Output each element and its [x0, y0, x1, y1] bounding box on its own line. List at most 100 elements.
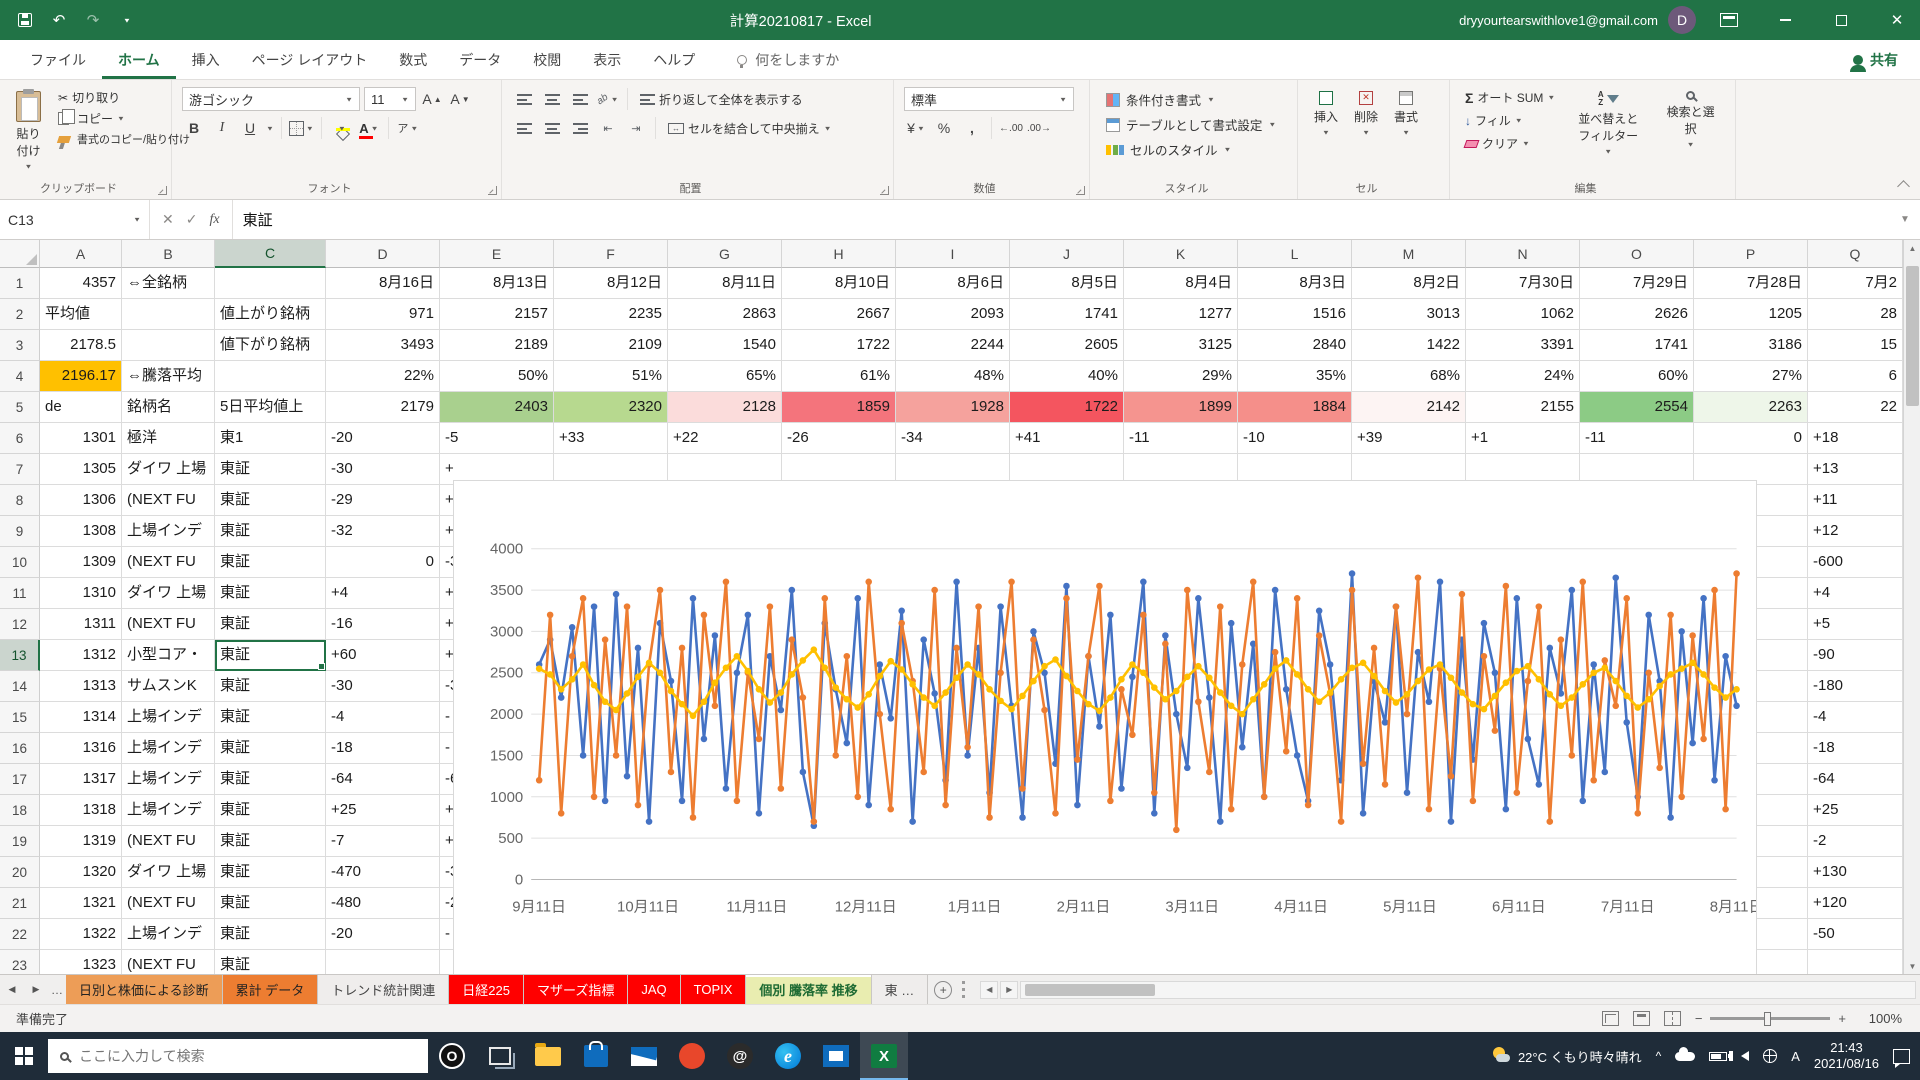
scroll-right-icon[interactable]: ▶: [1000, 981, 1018, 999]
cell-C11[interactable]: 東証: [215, 578, 326, 609]
decrease-indent-icon[interactable]: ⇤: [596, 116, 620, 140]
align-left-icon[interactable]: [512, 116, 536, 140]
cell-D23[interactable]: [326, 950, 440, 974]
cell-C4[interactable]: [215, 361, 326, 392]
browser-red-icon[interactable]: [668, 1032, 716, 1080]
insert-cells-button[interactable]: 挿入▼: [1308, 87, 1344, 179]
align-top-icon[interactable]: [512, 87, 536, 111]
cell-Q20[interactable]: +130: [1808, 857, 1903, 888]
prev-sheet-icon[interactable]: ◀: [0, 975, 24, 1004]
cell-A23[interactable]: 1323: [40, 950, 122, 974]
cell-K4[interactable]: 29%: [1124, 361, 1238, 392]
cell-Q9[interactable]: +12: [1808, 516, 1903, 547]
hidden-icons-chevron-icon[interactable]: ^: [1656, 1049, 1662, 1063]
cell-C18[interactable]: 東証: [215, 795, 326, 826]
cell-C23[interactable]: 東証: [215, 950, 326, 974]
cell-N6[interactable]: +1: [1466, 423, 1580, 454]
cell-G6[interactable]: +22: [668, 423, 782, 454]
delete-cells-button[interactable]: ✕削除▼: [1348, 87, 1384, 179]
save-icon[interactable]: [10, 0, 40, 40]
cell-C13[interactable]: 東証: [215, 640, 326, 671]
sheet-tab-0[interactable]: 日別と株価による診断: [66, 975, 223, 1004]
cell-A2[interactable]: 平均値: [40, 299, 122, 330]
cell-Q15[interactable]: -4: [1808, 702, 1903, 733]
cell-M5[interactable]: 2142: [1352, 392, 1466, 423]
row-header-14[interactable]: 14: [0, 671, 40, 702]
tab-splitter-handle[interactable]: [962, 981, 972, 998]
row-header-5[interactable]: 5: [0, 392, 40, 423]
cell-E5[interactable]: 2403: [440, 392, 554, 423]
row-header-16[interactable]: 16: [0, 733, 40, 764]
redo-icon[interactable]: ↷: [78, 0, 108, 40]
font-dialog-launcher-icon[interactable]: [488, 186, 497, 195]
cell-Q16[interactable]: -18: [1808, 733, 1903, 764]
row-header-8[interactable]: 8: [0, 485, 40, 516]
name-box[interactable]: C13▼: [0, 200, 150, 239]
cell-B18[interactable]: 上場インデ: [122, 795, 215, 826]
row-header-7[interactable]: 7: [0, 454, 40, 485]
phonetic-guide-icon[interactable]: ア▼: [396, 116, 420, 140]
cell-N2[interactable]: 1062: [1466, 299, 1580, 330]
ribbon-tab-2[interactable]: 挿入: [176, 40, 236, 79]
underline-caret-icon[interactable]: ▼: [266, 124, 274, 131]
opera-app-icon[interactable]: O: [428, 1032, 476, 1080]
cell-A5[interactable]: de: [40, 392, 122, 423]
stock-chart[interactable]: 050010001500200025003000350040009月11日10月…: [453, 480, 1757, 974]
cell-B7[interactable]: ダイワ 上場: [122, 454, 215, 485]
cell-A9[interactable]: 1308: [40, 516, 122, 547]
cell-H6[interactable]: -26: [782, 423, 896, 454]
select-all-corner[interactable]: [0, 240, 40, 268]
cell-B12[interactable]: (NEXT FU: [122, 609, 215, 640]
speaker-icon[interactable]: [1741, 1051, 1749, 1061]
ribbon-tab-0[interactable]: ファイル: [14, 40, 102, 79]
cell-B23[interactable]: (NEXT FU: [122, 950, 215, 974]
font-name-select[interactable]: 游ゴシック▼: [182, 87, 360, 111]
search-input[interactable]: [79, 1048, 416, 1064]
row-header-10[interactable]: 10: [0, 547, 40, 578]
cell-C20[interactable]: 東証: [215, 857, 326, 888]
ribbon-tab-1[interactable]: ホーム: [102, 40, 176, 79]
cell-B13[interactable]: 小型コア・: [122, 640, 215, 671]
zoom-out-icon[interactable]: −: [1695, 1011, 1703, 1026]
increase-decimal-icon[interactable]: ←.00: [999, 116, 1023, 140]
column-header-O[interactable]: O: [1580, 240, 1694, 268]
ribbon-tab-7[interactable]: 表示: [577, 40, 637, 79]
cell-K3[interactable]: 3125: [1124, 330, 1238, 361]
comma-format-icon[interactable]: ,: [960, 116, 984, 140]
cell-H4[interactable]: 61%: [782, 361, 896, 392]
cell-N3[interactable]: 3391: [1466, 330, 1580, 361]
start-button[interactable]: [0, 1032, 48, 1080]
ribbon-tab-3[interactable]: ページ レイアウト: [236, 40, 384, 79]
cell-Q6[interactable]: +18: [1808, 423, 1903, 454]
confirm-entry-icon[interactable]: ✓: [186, 211, 198, 228]
edge-icon[interactable]: e: [764, 1032, 812, 1080]
align-center-icon[interactable]: [540, 116, 564, 140]
cell-O2[interactable]: 2626: [1580, 299, 1694, 330]
decrease-font-icon[interactable]: A▼: [448, 87, 472, 111]
cell-F1[interactable]: 8月12日: [554, 268, 668, 299]
maximize-button[interactable]: [1818, 0, 1864, 40]
column-header-P[interactable]: P: [1694, 240, 1808, 268]
cell-M2[interactable]: 3013: [1352, 299, 1466, 330]
sheet-tab-1[interactable]: 累計 データ: [223, 975, 319, 1004]
cell-Q5[interactable]: 22: [1808, 392, 1903, 423]
cell-Q23[interactable]: [1808, 950, 1903, 974]
cell-C5[interactable]: 5日平均値上: [215, 392, 326, 423]
row-header-22[interactable]: 22: [0, 919, 40, 950]
cell-I6[interactable]: -34: [896, 423, 1010, 454]
expand-formula-bar-icon[interactable]: ▼: [1890, 200, 1920, 239]
cell-C17[interactable]: 東証: [215, 764, 326, 795]
cell-L2[interactable]: 1516: [1238, 299, 1352, 330]
zoom-knob[interactable]: [1764, 1012, 1771, 1026]
cell-D2[interactable]: 971: [326, 299, 440, 330]
cell-K1[interactable]: 8月4日: [1124, 268, 1238, 299]
action-center-icon[interactable]: [1893, 1049, 1910, 1064]
cell-C14[interactable]: 東証: [215, 671, 326, 702]
row-header-11[interactable]: 11: [0, 578, 40, 609]
find-select-button[interactable]: 検索と選択▼: [1656, 87, 1725, 179]
cell-N1[interactable]: 7月30日: [1466, 268, 1580, 299]
cell-B14[interactable]: サムスンK: [122, 671, 215, 702]
currency-format-icon[interactable]: ¥▼: [904, 116, 928, 140]
cell-Q22[interactable]: -50: [1808, 919, 1903, 950]
cell-styles-button[interactable]: セルのスタイル▼: [1100, 137, 1287, 162]
